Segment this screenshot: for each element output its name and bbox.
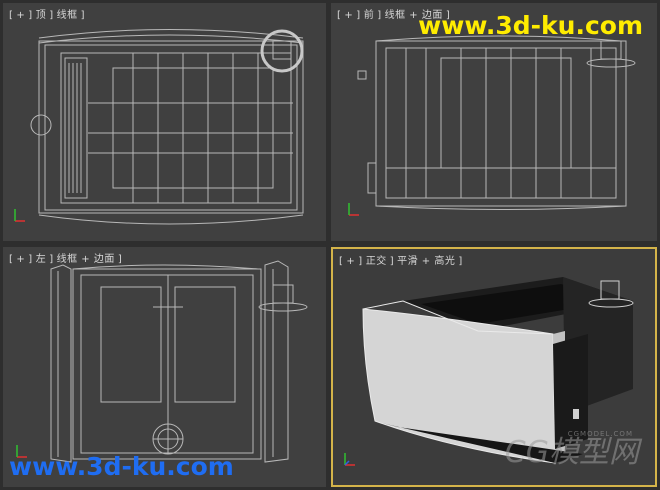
left-wireframe	[16, 260, 308, 463]
axis-gizmo	[14, 209, 25, 222]
viewport-left-label[interactable]: [+] 左] 线框 + 边面]	[9, 250, 125, 265]
watermark-bottom: www.3d-ku.com	[9, 452, 234, 481]
axis-gizmo	[344, 453, 355, 466]
viewport-orthographic[interactable]: [+] 正交] 平滑 + 高光] CGMODEL.COM CG模型网	[331, 247, 657, 487]
viewport-left[interactable]: [+] 左] 线框 + 边面] www.3d-ku.com	[3, 247, 326, 487]
cg-watermark-logo: CG模型网	[504, 435, 639, 470]
viewport-front[interactable]: [+] 前] 线框 + 边面] www.3d-ku.com	[331, 3, 657, 241]
top-wireframe	[14, 29, 304, 225]
axis-gizmo	[348, 203, 359, 216]
viewport-top[interactable]: [+] 顶] 线框]	[3, 3, 326, 241]
viewport-layout: [+] 顶] 线框] [+] 前] 线框 + 边面] www.3d-ku…	[0, 0, 660, 490]
watermark-top: www.3d-ku.com	[418, 11, 643, 40]
viewport-ortho-label[interactable]: [+] 正交] 平滑 + 高光]	[339, 252, 466, 267]
viewport-top-label[interactable]: [+] 顶] 线框]	[9, 6, 88, 21]
